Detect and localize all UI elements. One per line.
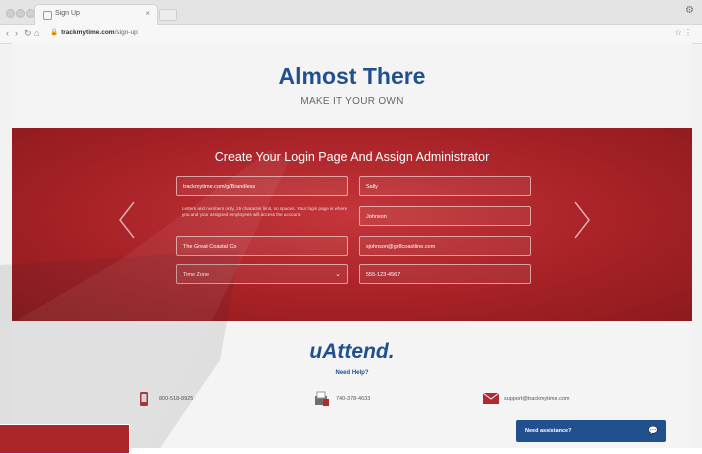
email-icon bbox=[482, 391, 500, 407]
chat-label: Need assistance? bbox=[525, 428, 572, 434]
fax-icon bbox=[314, 391, 330, 409]
contact-fax-text: 740-378-4633 bbox=[336, 396, 371, 402]
bookmark-menu-icons[interactable]: ☆ ⋮ bbox=[675, 28, 692, 37]
uattend-logo: uAttend. bbox=[309, 340, 395, 363]
red-callout-box bbox=[0, 424, 130, 454]
close-tab-icon[interactable]: × bbox=[145, 9, 150, 18]
chat-icon: 💬 bbox=[648, 426, 658, 435]
browser-tab[interactable]: Sign Up × bbox=[34, 4, 158, 25]
close-window-dot[interactable] bbox=[6, 9, 15, 18]
contact-email-text: support@trackmytime.com bbox=[504, 396, 570, 402]
first-name-input[interactable]: Sally bbox=[359, 176, 531, 196]
last-name-input[interactable]: Johnson bbox=[359, 206, 531, 226]
email-input[interactable]: sjohnson@gr8coastline.com bbox=[359, 236, 531, 256]
url-domain: trackmytime.com bbox=[61, 29, 115, 36]
tab-bar: Sign Up × ⚙ bbox=[0, 0, 702, 25]
page-title: Almost There bbox=[278, 63, 426, 89]
reload-icon[interactable]: ↻ bbox=[24, 28, 32, 39]
minimize-window-dot[interactable] bbox=[16, 9, 25, 18]
company-name-input[interactable]: The Great Coastal Co bbox=[176, 236, 348, 256]
phone-input[interactable]: 555-123-4567 bbox=[359, 264, 531, 284]
chevron-down-icon: ⌄ bbox=[335, 271, 341, 278]
browser-window: Sign Up × ⚙ ‹ › ↻ ⌂ 🔒 trackmytime.com/sig… bbox=[0, 0, 702, 454]
signup-form-band: Create Your Login Page And Assign Admini… bbox=[12, 128, 692, 321]
address-bar[interactable]: 🔒 trackmytime.com/sign-up bbox=[50, 28, 138, 36]
prev-arrow-icon[interactable] bbox=[117, 200, 137, 245]
url-path: /sign-up bbox=[114, 29, 138, 36]
timezone-select[interactable]: Time Zone ⌄ bbox=[176, 264, 348, 284]
settings-icon[interactable]: ⚙ bbox=[685, 5, 694, 16]
page-subtitle: MAKE IT YOUR OWN bbox=[300, 96, 404, 107]
contact-phone-text: 800-518-8925 bbox=[159, 396, 194, 402]
signup-page: Almost There MAKE IT YOUR OWN Create You… bbox=[12, 43, 692, 448]
back-icon[interactable]: ‹ bbox=[6, 28, 9, 38]
forward-icon[interactable]: › bbox=[15, 28, 18, 38]
browser-toolbar: ‹ › ↻ ⌂ 🔒 trackmytime.com/sign-up ☆ ⋮ bbox=[0, 25, 702, 44]
favicon-icon bbox=[43, 11, 52, 20]
lock-icon: 🔒 bbox=[50, 29, 59, 36]
home-icon[interactable]: ⌂ bbox=[34, 28, 39, 38]
form-heading: Create Your Login Page And Assign Admini… bbox=[214, 150, 490, 164]
login-url-help-text: Letters and numbers only, 15 character l… bbox=[182, 206, 348, 217]
need-assistance-chat-button[interactable]: Need assistance? 💬 bbox=[516, 420, 666, 442]
tab-title: Sign Up bbox=[55, 10, 80, 17]
new-tab-button[interactable] bbox=[159, 9, 177, 21]
login-url-input[interactable]: trackmytime.com/g/Brandless bbox=[176, 176, 348, 196]
need-help-heading: Need Help? bbox=[335, 370, 369, 376]
phone-icon bbox=[137, 391, 151, 409]
timezone-label: Time Zone bbox=[183, 272, 210, 278]
next-arrow-icon[interactable] bbox=[572, 200, 592, 245]
